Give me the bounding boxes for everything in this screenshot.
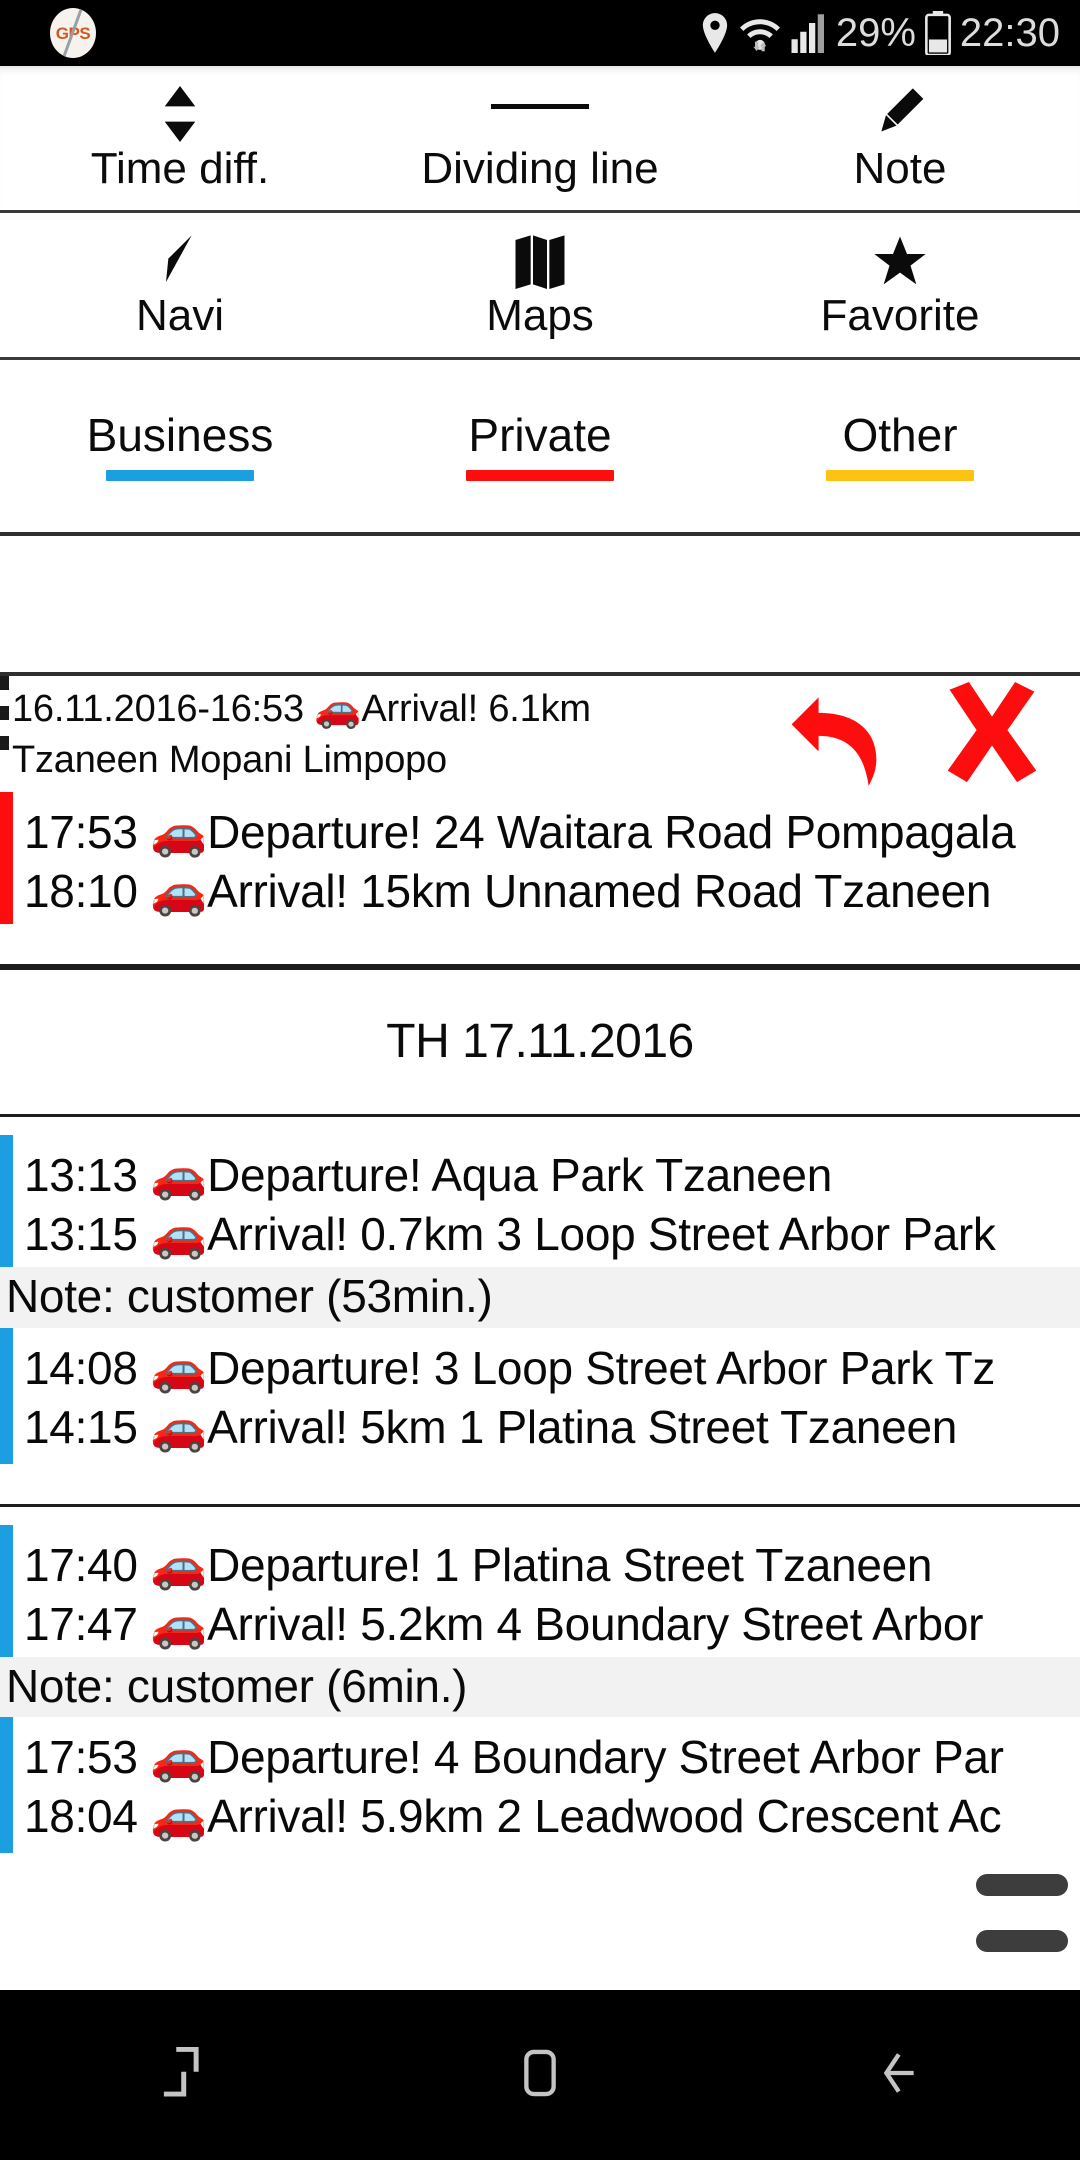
- tab-label-business: Business: [86, 408, 274, 461]
- gps-status-icon: GPS: [50, 8, 96, 58]
- back-arrow-icon: [869, 2042, 931, 2109]
- trip-category-bar: [0, 1135, 13, 1267]
- navigation-arrow-icon: [156, 232, 204, 290]
- location-pin-icon: [701, 13, 729, 53]
- status-bar: GPS: [0, 0, 1080, 66]
- star-icon: [872, 232, 928, 290]
- toolbar-label-time-diff: Time diff.: [90, 144, 270, 193]
- status-bar-right: 29% 22:30: [701, 0, 1060, 66]
- home-button[interactable]: [360, 1990, 720, 2160]
- tab-other[interactable]: Other: [720, 360, 1080, 532]
- trip-category-bar: [0, 792, 13, 924]
- trip-category-bar: [0, 1524, 13, 1657]
- last-entry-row: 16.11.2016-16:53 🚗Arrival! 6.1km Tzaneen…: [0, 672, 1080, 792]
- tab-label-private: Private: [468, 408, 612, 461]
- trip-note-text: Note: customer (53min.): [6, 1270, 493, 1322]
- tab-business[interactable]: Business: [0, 360, 360, 532]
- trip-line: 14:08 🚗Departure! 3 Loop Street Arbor Pa…: [24, 1341, 996, 1394]
- pencil-icon: [874, 85, 926, 143]
- trip-block[interactable]: 13:13 🚗Departure! Aqua Park Tzaneen 13:1…: [0, 1135, 1080, 1267]
- last-entry-line-1: 16.11.2016-16:53 🚗Arrival! 6.1km: [12, 688, 591, 730]
- undo-button[interactable]: [774, 680, 894, 788]
- trip-line: 18:10 🚗Arrival! 15km Unnamed Road Tzanee…: [24, 865, 992, 917]
- toolbar-button-favorite[interactable]: Favorite: [720, 213, 1080, 357]
- app-screen: GPS: [0, 0, 1080, 2160]
- tab-private[interactable]: Private: [360, 360, 720, 532]
- toolbar-row-2: Navi Maps Favorite: [0, 213, 1080, 360]
- category-tab-row: Business Private Other: [0, 360, 1080, 536]
- trip-block[interactable]: 17:53 🚗Departure! 4 Boundary Street Arbo…: [0, 1717, 1080, 1854]
- clock-label: 22:30: [959, 11, 1060, 55]
- section-separator: [0, 1463, 1080, 1507]
- trip-note-text: Note: customer (6min.): [6, 1659, 468, 1712]
- trip-line: 14:15 🚗Arrival! 5km 1 Platina Street Tza…: [24, 1400, 958, 1453]
- last-entry-actions: [774, 680, 1052, 788]
- last-entry-line-2: Tzaneen Mopani Limpopo: [12, 739, 447, 782]
- trip-block[interactable]: 14:08 🚗Departure! 3 Loop Street Arbor Pa…: [0, 1327, 1080, 1464]
- trip-line: 17:47 🚗Arrival! 5.2km 4 Boundary Street …: [24, 1597, 984, 1650]
- trip-line: 17:53 🚗Departure! 4 Boundary Street Arbo…: [24, 1731, 1004, 1784]
- trip-category-bar: [0, 1717, 13, 1854]
- up-down-arrows-icon: [163, 85, 197, 143]
- toolbar-label-maps: Maps: [486, 291, 594, 340]
- tab-underline-other: [826, 469, 974, 481]
- toolbar-label-dividing-line: Dividing line: [421, 144, 659, 193]
- toolbar-label-navi: Navi: [135, 291, 225, 340]
- section-separator: [0, 924, 1080, 967]
- toolbar-area: Time diff. Dividing line Note Navi Maps …: [0, 66, 1080, 536]
- toolbar-button-time-diff[interactable]: Time diff.: [0, 66, 360, 210]
- recents-icon: [149, 2042, 211, 2109]
- trip-lines: 17:53 🚗Departure! 4 Boundary Street Arbo…: [0, 1717, 1080, 1853]
- trip-category-bar: [0, 1327, 13, 1464]
- recents-button[interactable]: [0, 1990, 360, 2160]
- trip-block[interactable]: 17:40 🚗Departure! 1 Platina Street Tzane…: [0, 1524, 1080, 1657]
- trip-line: 13:13 🚗Departure! Aqua Park Tzaneen: [24, 1149, 832, 1201]
- back-button[interactable]: [720, 1990, 1080, 2160]
- spacer: [0, 1117, 1080, 1135]
- trip-line: 13:15 🚗Arrival! 0.7km 3 Loop Street Arbo…: [24, 1208, 996, 1260]
- date-separator-label: TH 17.11.2016: [386, 1015, 694, 1068]
- edge-marker: [0, 676, 9, 750]
- trip-lines: 17:53 🚗Departure! 24 Waitara Road Pompag…: [0, 792, 1080, 924]
- battery-icon: [924, 11, 951, 55]
- date-separator: TH 17.11.2016: [0, 967, 1080, 1117]
- trip-lines: 14:08 🚗Departure! 3 Loop Street Arbor Pa…: [0, 1328, 1080, 1464]
- toolbar-label-note: Note: [853, 144, 947, 193]
- horizontal-line-icon: [489, 85, 591, 143]
- trip-note-row[interactable]: Note: customer (53min.): [0, 1267, 1080, 1328]
- trip-lines: 13:13 🚗Departure! Aqua Park Tzaneen 13:1…: [0, 1135, 1080, 1267]
- toolbar-button-navi[interactable]: Navi: [0, 213, 360, 357]
- tab-underline-business: [106, 469, 254, 481]
- folded-map-icon: [513, 232, 567, 290]
- toolbar-button-maps[interactable]: Maps: [360, 213, 720, 357]
- battery-percent-label: 29%: [835, 11, 916, 55]
- scrollbar-thumb[interactable]: [976, 1874, 1068, 1952]
- trip-line: 17:53 🚗Departure! 24 Waitara Road Pompag…: [24, 806, 1016, 858]
- toolbar-row-1: Time diff. Dividing line Note: [0, 66, 1080, 213]
- cellular-signal-icon: [791, 13, 827, 53]
- toolbar-label-favorite: Favorite: [820, 291, 980, 340]
- trip-line: 18:04 🚗Arrival! 5.9km 2 Leadwood Crescen…: [24, 1790, 1002, 1843]
- home-square-icon: [509, 2042, 571, 2109]
- trip-list[interactable]: 16.11.2016-16:53 🚗Arrival! 6.1km Tzaneen…: [0, 672, 1080, 1990]
- tab-label-other: Other: [842, 408, 958, 461]
- system-navigation-bar: [0, 1990, 1080, 2160]
- tab-underline-private: [466, 469, 614, 481]
- delete-button[interactable]: [932, 680, 1052, 788]
- trip-note-row[interactable]: Note: customer (6min.): [0, 1656, 1080, 1718]
- toolbar-button-note[interactable]: Note: [720, 66, 1080, 210]
- trip-lines: 17:40 🚗Departure! 1 Platina Street Tzane…: [0, 1525, 1080, 1657]
- toolbar-button-dividing-line[interactable]: Dividing line: [360, 66, 720, 210]
- trip-line: 17:40 🚗Departure! 1 Platina Street Tzane…: [24, 1538, 933, 1591]
- wifi-icon: [738, 13, 782, 53]
- trip-block[interactable]: 17:53 🚗Departure! 24 Waitara Road Pompag…: [0, 792, 1080, 924]
- last-entry-text: 16.11.2016-16:53 🚗Arrival! 6.1km Tzaneen…: [12, 684, 732, 787]
- spacer: [0, 1506, 1080, 1525]
